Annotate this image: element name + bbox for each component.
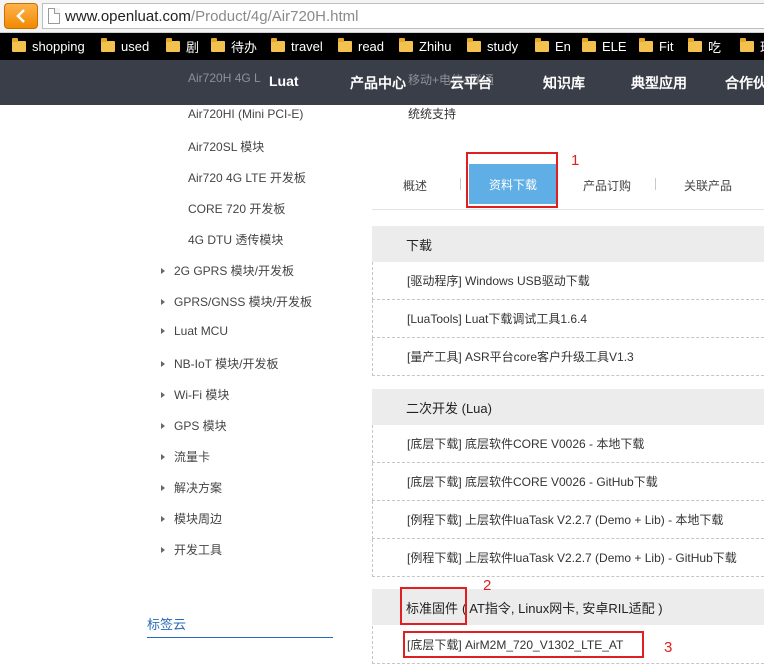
caret-right-icon — [161, 484, 165, 491]
arrow-left-icon — [16, 9, 25, 23]
tab-order[interactable]: 产品订购 — [583, 177, 631, 194]
tag-cloud-underline — [147, 637, 333, 638]
nav-applications[interactable]: 典型应用 — [631, 73, 687, 93]
nav-ghost-product-name: Air720H 4G L — [188, 71, 261, 85]
download-row-asr-upgrade[interactable]: [量产工具] ASR平台core客户升级工具V1.3 — [372, 338, 764, 376]
download-row-luatools[interactable]: [LuaTools] Luat下载调试工具1.6.4 — [372, 300, 764, 338]
bookmark-shopping[interactable]: shopping — [12, 33, 85, 60]
sidebar-category-gprs-gnss[interactable]: GPRS/GNSS 模块/开发板 — [161, 293, 312, 310]
nav-luat[interactable]: Luat — [269, 73, 299, 89]
sidebar-category-solutions[interactable]: 解决方案 — [161, 479, 222, 496]
url-path: /Product/4g/Air720H.html — [190, 8, 359, 25]
tab-separator — [460, 178, 461, 190]
nav-knowledge[interactable]: 知识库 — [543, 73, 585, 93]
caret-right-icon — [161, 327, 165, 334]
annotation-box-firmware-heading — [400, 587, 467, 625]
download-row-luatask-github[interactable]: [例程下载] 上层软件luaTask V2.2.7 (Demo + Lib) -… — [372, 539, 764, 577]
bookmarks-bar: shopping used 剧 待办 travel read Zhihu stu… — [0, 33, 764, 60]
bookmark-travel[interactable]: travel — [271, 33, 323, 60]
download-row-core-local[interactable]: [底层下载] 底层软件CORE V0026 - 本地下载 — [372, 425, 764, 463]
sidebar-category-luat-mcu[interactable]: Luat MCU — [161, 324, 228, 338]
sidebar-category-sim-card[interactable]: 流量卡 — [161, 448, 210, 465]
sidebar-item-4g-dtu[interactable]: 4G DTU 透传模块 — [188, 231, 283, 248]
bookmark-eat[interactable]: 吃 — [688, 33, 721, 60]
sidebar-category-2g-gprs[interactable]: 2G GPRS 模块/开发板 — [161, 262, 294, 279]
firmware-title-rest: ( AT指令, Linux网卡, 安卓RIL适配 ) — [462, 600, 663, 616]
bookmark-study[interactable]: study — [467, 33, 518, 60]
sidebar-category-peripherals[interactable]: 模块周边 — [161, 510, 222, 527]
tag-cloud-heading: 标签云 — [147, 617, 187, 632]
sidebar-item-air720-devboard[interactable]: Air720 4G LTE 开发板 — [188, 169, 306, 186]
sidebar-item-air720hi[interactable]: Air720HI (Mini PCI-E) — [188, 107, 303, 121]
caret-right-icon — [161, 546, 165, 553]
sidebar-item-air720sl[interactable]: Air720SL 模块 — [188, 138, 264, 155]
folder-icon — [582, 38, 596, 52]
caret-right-icon — [161, 298, 165, 305]
folder-icon — [467, 38, 481, 52]
bookmark-zhihu[interactable]: Zhihu — [399, 33, 452, 60]
annotation-number-1: 1 — [571, 152, 580, 169]
address-bar: www.openluat.com/Product/4g/Air720H.html — [0, 0, 764, 33]
url-text: www.openluat.com/Product/4g/Air720H.html — [65, 8, 358, 25]
folder-icon — [211, 38, 225, 52]
annotation-number-2: 2 — [483, 577, 492, 594]
section-header-download: 下载 — [372, 226, 764, 262]
folder-icon — [740, 38, 754, 52]
bookmark-drama[interactable]: 剧 — [166, 33, 199, 60]
caret-right-icon — [161, 515, 165, 522]
folder-icon — [271, 38, 285, 52]
bookmark-ele[interactable]: ELE — [582, 33, 627, 60]
sidebar-item-core720[interactable]: CORE 720 开发板 — [188, 200, 285, 217]
caret-right-icon — [161, 453, 165, 460]
annotation-box-at-firmware-row — [403, 631, 644, 658]
sidebar-category-dev-tools[interactable]: 开发工具 — [161, 541, 222, 558]
sidebar-category-wifi[interactable]: Wi-Fi 模块 — [161, 386, 229, 403]
download-row-usb-driver[interactable]: [驱动程序] Windows USB驱动下载 — [372, 262, 764, 300]
folder-icon — [399, 38, 413, 52]
url-input[interactable]: www.openluat.com/Product/4g/Air720H.html — [42, 3, 764, 29]
nav-cloud[interactable]: 云平台 — [450, 73, 492, 93]
sidebar-category-gps[interactable]: GPS 模块 — [161, 417, 227, 434]
nav-products[interactable]: 产品中心 — [350, 73, 406, 93]
bookmark-read[interactable]: read — [338, 33, 384, 60]
bookmark-fit[interactable]: Fit — [639, 33, 673, 60]
tab-overview[interactable]: 概述 — [403, 177, 427, 194]
tab-separator — [655, 178, 656, 190]
url-domain: www.openluat.com — [65, 8, 191, 25]
section-header-lua: 二次开发 (Lua) — [372, 389, 764, 425]
folder-icon — [639, 38, 653, 52]
folder-icon — [101, 38, 115, 52]
download-row-luatask-local[interactable]: [例程下载] 上层软件luaTask V2.2.7 (Demo + Lib) -… — [372, 501, 764, 539]
sidebar-category-nb-iot[interactable]: NB-IoT 模块/开发板 — [161, 355, 278, 372]
tab-related[interactable]: 关联产品 — [684, 177, 732, 194]
caret-right-icon — [161, 422, 165, 429]
folder-icon — [338, 38, 352, 52]
folder-icon — [688, 38, 702, 52]
folder-icon — [535, 38, 549, 52]
annotation-box-downloads-tab — [466, 152, 558, 208]
bookmark-todo[interactable]: 待办 — [211, 33, 257, 60]
product-tabs: 概述 资料下载 产品订购 关联产品 — [372, 160, 764, 210]
folder-icon — [166, 38, 180, 52]
caret-right-icon — [161, 267, 165, 274]
caret-right-icon — [161, 360, 165, 367]
download-row-core-github[interactable]: [底层下载] 底层软件CORE V0026 - GitHub下载 — [372, 463, 764, 501]
folder-icon — [12, 38, 26, 52]
back-button[interactable] — [4, 3, 38, 29]
annotation-number-3: 3 — [664, 639, 673, 656]
bookmark-manage[interactable]: 理 — [740, 33, 764, 60]
caret-right-icon — [161, 391, 165, 398]
nav-partners[interactable]: 合作伙 — [725, 73, 764, 93]
page-icon — [48, 8, 60, 24]
bookmark-used[interactable]: used — [101, 33, 149, 60]
feature-text: 统统支持 — [408, 107, 457, 121]
site-nav: Air720H 4G L 移动+电信+联通 Luat 产品中心 云平台 知识库 … — [0, 60, 764, 105]
bookmark-en[interactable]: En — [535, 33, 571, 60]
